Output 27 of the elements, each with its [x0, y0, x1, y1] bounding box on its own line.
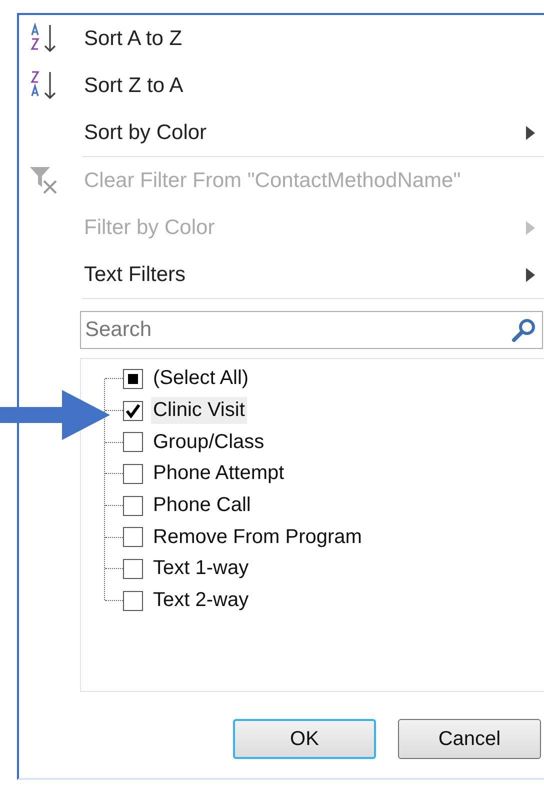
list-item[interactable]: Phone Attempt [151, 460, 286, 488]
list-item[interactable]: Phone Call [151, 492, 253, 520]
menu-item[interactable]: Sort A to Z [19, 15, 542, 62]
submenu-arrow-icon [526, 126, 536, 140]
dialog-button[interactable]: Cancel [398, 719, 541, 759]
dialog-button[interactable]: OK [233, 719, 376, 759]
menu-item[interactable]: Sort Z to A [19, 62, 542, 109]
checkbox[interactable] [123, 464, 143, 484]
submenu-arrow-icon [526, 268, 536, 282]
menu-item[interactable]: Sort by Color [19, 109, 542, 156]
search-icon [511, 317, 537, 343]
submenu-arrow-icon [526, 220, 536, 234]
menu-item[interactable]: Text Filters [19, 251, 542, 298]
list-item[interactable]: (Select All) [151, 365, 251, 392]
list-item[interactable]: Clinic Visit [151, 397, 247, 424]
checkbox[interactable] [123, 590, 143, 611]
checkbox[interactable] [123, 558, 143, 579]
checkbox[interactable] [123, 496, 143, 516]
list-item[interactable]: Text 2-way [151, 587, 251, 614]
list-item[interactable]: Group/Class [151, 428, 266, 456]
checkbox[interactable] [123, 432, 143, 452]
checkbox[interactable] [123, 368, 143, 389]
checkbox[interactable] [123, 400, 143, 421]
list-item[interactable]: Remove From Program [151, 524, 364, 551]
checkbox[interactable] [123, 527, 143, 548]
search-field[interactable]: Search [80, 311, 543, 349]
list-item[interactable]: Text 1-way [151, 555, 251, 582]
